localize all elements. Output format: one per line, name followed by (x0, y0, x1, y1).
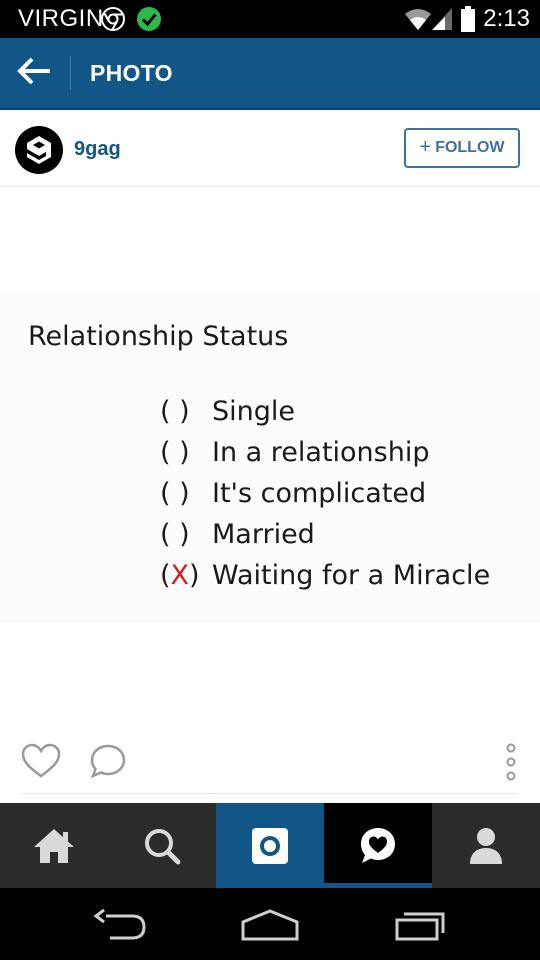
option-mark-checked: (X) (160, 555, 212, 596)
like-heart-icon[interactable] (20, 743, 62, 784)
status-options: ( ) Single ( ) In a relationship ( ) It's c… (160, 391, 490, 596)
follow-label: FOLLOW (435, 139, 505, 156)
carrier-name: VIRGIN (18, 5, 104, 32)
activity-heart-icon (361, 827, 395, 863)
comment-icon[interactable] (88, 743, 128, 786)
option-married: ( ) Married (160, 514, 490, 555)
battery-icon (460, 5, 476, 38)
avatar[interactable] (15, 126, 63, 174)
tab-activity[interactable] (324, 803, 432, 888)
app-header: PHOTO (0, 38, 540, 110)
option-mark: ( ) (160, 396, 190, 427)
option-label: In a relationship (212, 437, 430, 468)
system-nav-bar (0, 888, 540, 960)
paren-open: ( (160, 560, 171, 591)
tab-camera[interactable] (216, 803, 324, 888)
paren-close: ) (189, 560, 200, 591)
option-label: Single (212, 396, 296, 427)
back-button[interactable] (0, 38, 70, 108)
option-label: Waiting for a Miracle (212, 560, 491, 591)
option-mark: ( ) (160, 478, 190, 509)
signal-icon (430, 6, 454, 37)
post-image[interactable]: Relationship Status ( ) Single ( ) In a re… (0, 187, 540, 727)
search-icon (145, 828, 181, 864)
plus-icon: + (419, 135, 432, 158)
more-options-icon[interactable] (503, 743, 519, 788)
option-mark: ( ) (160, 437, 190, 468)
status-bar: VIRGIN 2:13 (0, 0, 540, 38)
header-divider (70, 56, 71, 90)
tab-home[interactable] (0, 803, 108, 888)
bottom-tab-bar (0, 803, 540, 888)
tab-profile[interactable] (432, 803, 540, 888)
option-label: It's complicated (212, 478, 427, 509)
post-user-row: 9gag + FOLLOW (0, 110, 540, 187)
tab-search[interactable] (108, 803, 216, 888)
back-arrow-icon (17, 56, 53, 91)
username[interactable]: 9gag (74, 138, 121, 161)
image-title: Relationship Status (28, 321, 289, 352)
wifi-icon (404, 6, 432, 37)
option-complicated: ( ) It's complicated (160, 473, 490, 514)
follow-button[interactable]: + FOLLOW (404, 128, 520, 168)
check-icon (136, 6, 162, 37)
home-icon (34, 828, 74, 863)
option-single: ( ) Single (160, 391, 490, 432)
x-mark: X (170, 560, 190, 591)
screen: VIRGIN 2:13 PHOTO 9gag + FOLLOW Relation… (0, 0, 540, 960)
chrome-icon (100, 6, 126, 37)
camera-icon (252, 827, 288, 864)
nav-back-icon[interactable] (92, 908, 148, 947)
post-actions (0, 727, 540, 803)
actions-divider (22, 793, 518, 794)
nav-home-icon[interactable] (240, 908, 300, 947)
option-relationship: ( ) In a relationship (160, 432, 490, 473)
option-miracle: (X) Waiting for a Miracle (160, 555, 490, 596)
9gag-logo-icon (27, 136, 51, 164)
profile-icon (470, 827, 502, 864)
option-label: Married (212, 519, 315, 550)
nav-recent-apps-icon[interactable] (394, 908, 450, 947)
page-title: PHOTO (90, 60, 173, 86)
option-mark: ( ) (160, 519, 190, 550)
clock: 2:13 (483, 5, 530, 32)
